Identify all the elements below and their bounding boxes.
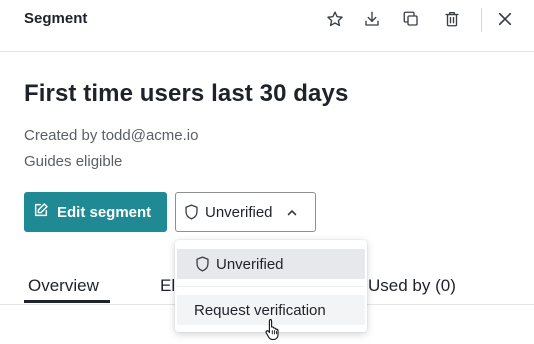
close-icon[interactable]	[494, 8, 516, 30]
panel-header: Segment	[0, 0, 534, 52]
trash-icon[interactable]	[441, 8, 463, 30]
header-divider	[481, 8, 482, 32]
header-title: Segment	[24, 10, 88, 27]
tab-overview[interactable]: Overview	[28, 276, 99, 296]
verification-status-dropdown[interactable]: Unverified	[175, 192, 316, 232]
hand-cursor-icon	[265, 318, 279, 340]
edit-icon	[33, 202, 49, 222]
menu-item-label: Request verification	[194, 301, 326, 319]
status-label: Unverified	[205, 203, 273, 221]
shield-icon	[184, 204, 199, 220]
download-icon[interactable]	[361, 8, 383, 30]
menu-divider	[177, 286, 365, 287]
edit-segment-button[interactable]: Edit segment	[24, 192, 167, 232]
menu-item-label: Unverified	[216, 255, 284, 273]
segment-panel: Segment First time users last 30 days Cr…	[0, 0, 534, 344]
created-by-text: Created by todd@acme.io	[24, 127, 199, 144]
tab-used-by[interactable]: Used by (0)	[368, 276, 456, 296]
chevron-up-icon	[287, 209, 297, 216]
star-icon[interactable]	[324, 8, 346, 30]
guides-eligible-text: Guides eligible	[24, 153, 123, 170]
menu-item-unverified[interactable]: Unverified	[177, 249, 365, 279]
copy-icon[interactable]	[400, 8, 422, 30]
edit-segment-label: Edit segment	[57, 203, 152, 221]
segment-title: First time users last 30 days	[24, 80, 349, 107]
tab-active-indicator	[24, 300, 110, 303]
shield-icon	[195, 256, 210, 272]
